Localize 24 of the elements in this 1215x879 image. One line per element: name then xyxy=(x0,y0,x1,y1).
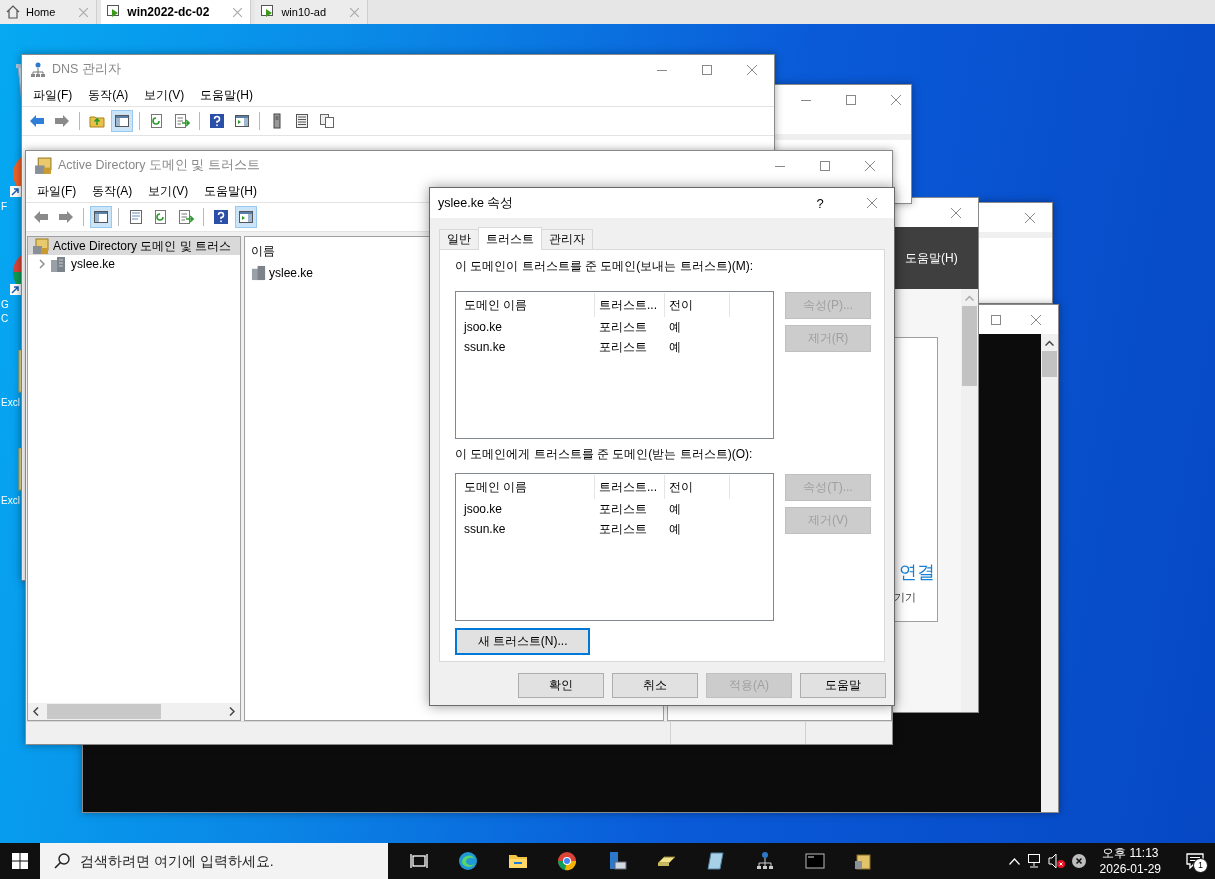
table-cell-text: 포리스트 xyxy=(598,500,648,518)
table-cell-text: 예 xyxy=(668,520,682,538)
icon-label: F xyxy=(0,200,8,214)
table-cell-text: 예 xyxy=(668,500,682,518)
section-label: 이 도메인에게 트러스트를 준 도메인(받는 트러스트)(O): xyxy=(455,446,754,462)
window-title: Active Directory 도메인 및 트러스트 xyxy=(58,157,260,174)
table-cell-text: 포리스트 xyxy=(598,520,648,538)
table-cell-text: jsoo.ke xyxy=(462,502,504,516)
icon-label: Excl xyxy=(0,494,20,508)
dialog-title: yslee.ke 속성 xyxy=(438,194,514,212)
table-cell-text: jsoo.ke xyxy=(462,320,504,334)
window-title: DNS 관리자 xyxy=(52,61,121,78)
table-cell-text: ssun.ke xyxy=(463,340,507,354)
notification-badge: 1 xyxy=(1193,858,1208,873)
table-cell-text: 포리스트 xyxy=(598,338,648,356)
text-label: 기기 xyxy=(893,590,917,605)
section-label: 이 도메인이 트러스트를 준 도메인(보내는 트러스트)(M): xyxy=(455,258,754,274)
icon-label: C xyxy=(0,312,9,326)
table-cell-text: 포리스트 xyxy=(598,318,648,336)
table-cell-text: 예 xyxy=(668,338,682,356)
table-cell-text: ssun.ke xyxy=(463,522,507,536)
icon-label: G xyxy=(0,298,9,312)
table-cell-text: 예 xyxy=(668,318,682,336)
icon-label: Excl xyxy=(0,396,20,410)
